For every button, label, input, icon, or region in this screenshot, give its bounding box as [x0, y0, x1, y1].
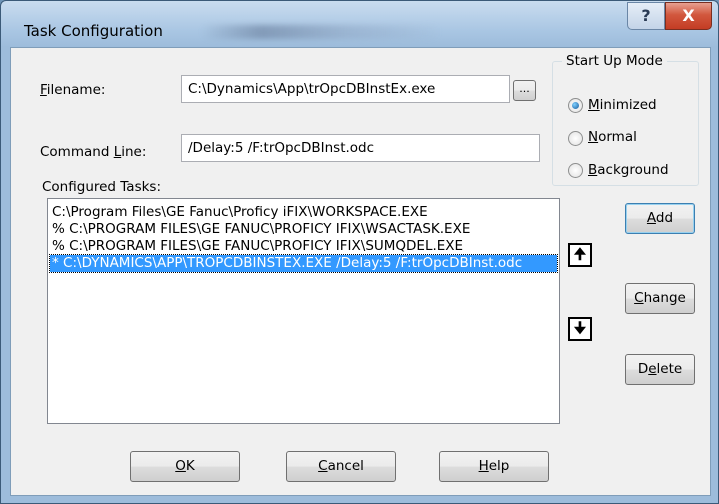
delete-button[interactable]: Delete	[625, 354, 695, 385]
delete-label-rest: lete	[656, 361, 683, 377]
delete-label-accel: e	[648, 361, 657, 377]
task-row-workspace[interactable]: C:\Program Files\GE Fanuc\Proficy iFIX\W…	[50, 204, 557, 221]
task-row-tropcdbinstex[interactable]: * C:\DYNAMICS\APP\TROPCDBINSTEX.EXE /Del…	[49, 254, 558, 273]
change-label-rest: hange	[643, 290, 686, 306]
normal-radio[interactable]	[568, 131, 583, 146]
background-label[interactable]: Background	[588, 162, 669, 178]
browse-button[interactable]: ...	[513, 80, 536, 101]
minimized-label-accel: M	[588, 97, 600, 113]
help-label-rest: elp	[488, 458, 510, 474]
background-label-rest: ackground	[597, 162, 669, 178]
add-label-rest: dd	[655, 210, 674, 226]
filename-label-accel: F	[40, 82, 47, 98]
command-line-label: Command Line:	[40, 144, 146, 160]
cancel-button[interactable]: Cancel	[286, 451, 396, 482]
filename-label-rest: ilename:	[46, 82, 106, 98]
change-button[interactable]: Change	[625, 283, 695, 314]
filename-field[interactable]: C:\Dynamics\App\trOpcDBInstEx.exe	[181, 75, 510, 103]
help-button[interactable]: Help	[439, 451, 549, 482]
minimized-label[interactable]: Minimized	[588, 97, 657, 113]
minimized-radio[interactable]	[568, 98, 583, 113]
help-icon: ?	[641, 6, 651, 25]
task-row-sumqdel[interactable]: % C:\PROGRAM FILES\GE FANUC\PROFICY IFIX…	[50, 238, 557, 255]
move-up-button[interactable]: 🠉	[568, 243, 592, 267]
command-line-field[interactable]: /Delay:5 /F:trOpcDBInst.odc	[181, 134, 540, 162]
background-label-accel: B	[588, 162, 598, 178]
task-configuration-window: Task Configuration ? X Filename: C:\Dyna…	[0, 0, 719, 504]
normal-label-rest: ormal	[598, 129, 637, 145]
add-button[interactable]: Add	[625, 203, 695, 234]
change-label-accel: C	[634, 290, 644, 306]
cancel-label-accel: C	[318, 458, 328, 474]
arrow-down-icon: 🠋	[573, 319, 587, 337]
close-button[interactable]: X	[665, 2, 712, 30]
delete-label-pre: D	[637, 361, 649, 377]
title-bar[interactable]: Task Configuration ? X	[1, 1, 718, 47]
ok-label-rest: K	[185, 458, 195, 474]
close-icon: X	[682, 6, 695, 25]
configured-tasks-list[interactable]: C:\Program Files\GE Fanuc\Proficy iFIX\W…	[47, 198, 560, 424]
help-label-accel: H	[478, 458, 489, 474]
move-down-button[interactable]: 🠋	[568, 317, 592, 341]
cancel-label-rest: ancel	[327, 458, 364, 474]
arrow-up-icon: 🠉	[573, 245, 587, 263]
filename-label: Filename:	[40, 82, 105, 98]
task-row-wsactask[interactable]: % C:\PROGRAM FILES\GE FANUC\PROFICY IFIX…	[50, 221, 557, 238]
minimized-label-rest: inimized	[599, 97, 657, 113]
background-radio[interactable]	[568, 163, 583, 178]
title-bar-blurred-region	[201, 25, 441, 39]
command-line-label-pre: Command	[40, 144, 114, 160]
context-help-button[interactable]: ?	[627, 2, 665, 30]
normal-label[interactable]: Normal	[588, 129, 637, 145]
dialog-client-area: Filename: C:\Dynamics\App\trOpcDBInstEx.…	[10, 47, 711, 496]
window-title: Task Configuration	[24, 22, 163, 40]
ok-button[interactable]: OK	[130, 451, 240, 482]
command-line-label-rest: ine:	[121, 144, 147, 160]
ok-label-accel: O	[175, 458, 186, 474]
configured-tasks-label: Configured Tasks:	[42, 179, 162, 195]
normal-label-accel: N	[588, 129, 599, 145]
add-label-accel: A	[646, 210, 656, 226]
startup-mode-title: Start Up Mode	[562, 53, 667, 69]
